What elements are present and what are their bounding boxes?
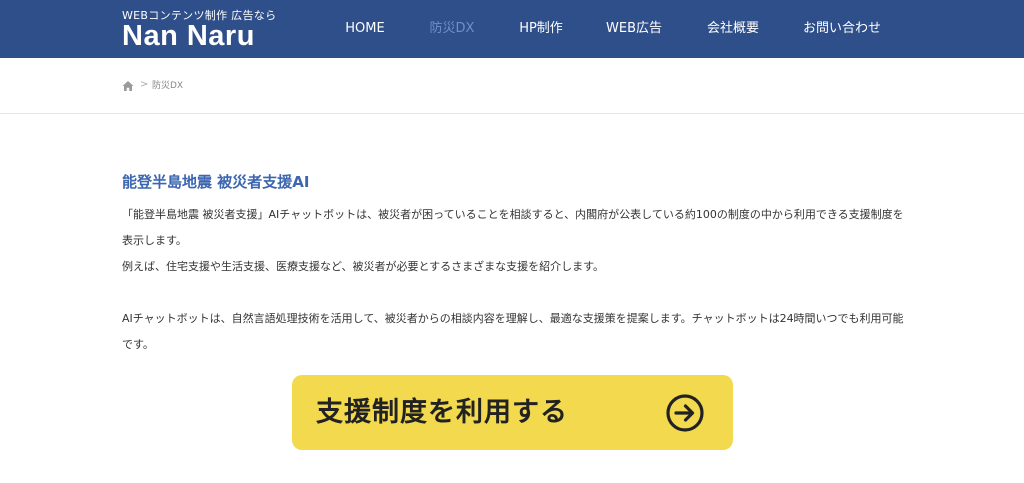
section-title: 能登半島地震 被災者支援AI bbox=[122, 173, 310, 191]
nav-item-home[interactable]: HOME bbox=[345, 0, 384, 58]
home-icon[interactable] bbox=[122, 80, 134, 92]
breadcrumb: > 防災DX bbox=[0, 58, 1024, 114]
use-support-button[interactable]: 支援制度を利用する bbox=[292, 375, 733, 450]
nav-item-bousai-dx[interactable]: 防災DX bbox=[430, 0, 475, 58]
breadcrumb-current: 防災DX bbox=[152, 81, 184, 91]
nav-item-company[interactable]: 会社概要 bbox=[707, 0, 759, 58]
description-paragraph-1: 「能登半島地震 被災者支援」AIチャットボットは、被災者が困っていることを相談す… bbox=[122, 208, 904, 247]
breadcrumb-separator: > bbox=[140, 79, 149, 90]
main-nav: HOME 防災DX HP制作 WEB広告 会社概要 お問い合わせ bbox=[0, 0, 1024, 58]
nav-item-web-koukoku[interactable]: WEB広告 bbox=[606, 0, 662, 58]
description-paragraph-3: AIチャットボットは、自然言語処理技術を活用して、被災者からの相談内容を理解し、… bbox=[122, 312, 904, 351]
nav-item-hp-seisaku[interactable]: HP制作 bbox=[519, 0, 563, 58]
arrow-right-circle-icon bbox=[666, 394, 704, 432]
site-header: WEBコンテンツ制作 広告なら Nan Naru HOME 防災DX HP制作 … bbox=[0, 0, 1024, 58]
use-support-button-label: 支援制度を利用する bbox=[316, 397, 568, 428]
nav-item-contact[interactable]: お問い合わせ bbox=[803, 0, 881, 58]
main-content: 能登半島地震 被災者支援AI 「能登半島地震 被災者支援」AIチャットボットは、… bbox=[122, 172, 912, 358]
description-paragraph-2: 例えば、住宅支援や生活支援、医療支援など、被災者が必要とするさまざまな支援を紹介… bbox=[122, 260, 605, 273]
